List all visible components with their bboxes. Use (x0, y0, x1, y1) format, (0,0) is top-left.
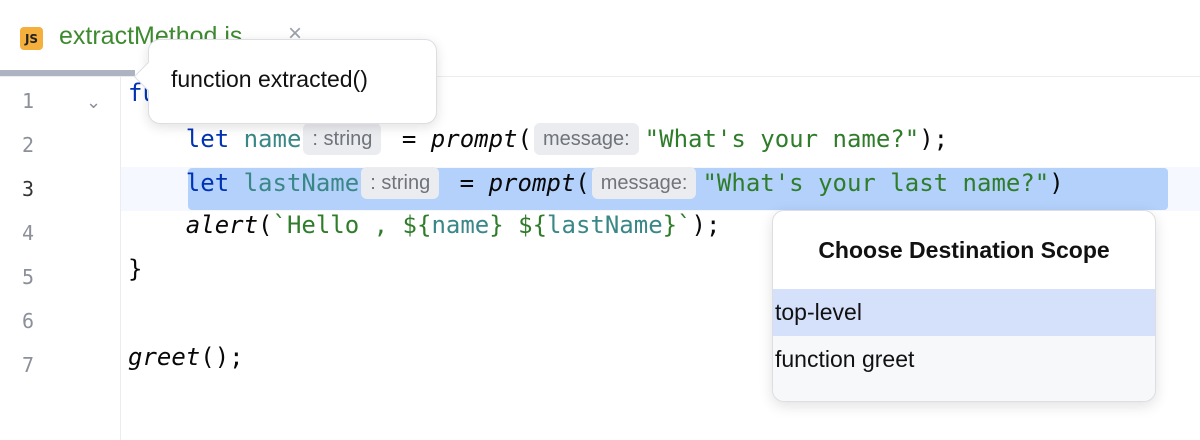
code-line-7: greet(); (128, 343, 244, 371)
extracted-function-preview-tooltip: function extracted() (133, 39, 437, 124)
parameter-inlay-hint: message: (533, 123, 639, 155)
scope-item-top-level[interactable]: top-level (773, 289, 1155, 336)
choose-destination-scope-popup: Choose Destination Scope top-level funct… (772, 210, 1156, 402)
line-number: 1 (22, 89, 35, 113)
line-number: 2 (22, 133, 35, 157)
code-line-3: let lastName: string = prompt(message: "W… (185, 167, 1064, 199)
fold-chevron-icon[interactable]: ⌄ (86, 92, 101, 113)
active-tab-indicator (0, 70, 135, 76)
scope-item-function-greet[interactable]: function greet (773, 336, 1155, 401)
parameter-inlay-hint: message: (591, 167, 697, 199)
tooltip-text: function extracted() (171, 66, 368, 92)
type-inlay-hint: : string (361, 167, 440, 199)
line-number: 6 (22, 309, 35, 333)
javascript-file-icon: JS (20, 27, 43, 50)
gutter (0, 77, 121, 440)
code-line-4: alert(`Hello , ${name} ${lastName}`); (185, 211, 721, 239)
line-number: 7 (22, 353, 35, 377)
code-line-5: } (128, 255, 143, 283)
line-number: 4 (22, 221, 35, 245)
popup-title: Choose Destination Scope (818, 237, 1110, 263)
code-line-2: let name: string = prompt(message: "What'… (185, 123, 949, 155)
line-number: 5 (22, 265, 35, 289)
type-inlay-hint: : string (303, 123, 382, 155)
line-number: 3 (22, 177, 35, 201)
